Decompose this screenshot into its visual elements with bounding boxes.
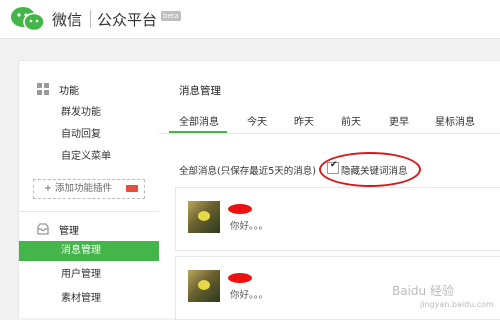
active-tab-indicator xyxy=(169,131,227,133)
avatar-flower xyxy=(198,211,210,221)
message-item[interactable]: 你好。。。 xyxy=(175,187,500,251)
tab-today[interactable]: 今天 xyxy=(247,113,267,128)
sidebar-item-message-manage[interactable]: 消息管理 xyxy=(19,241,160,261)
new-badge xyxy=(126,185,138,192)
watermark: Baidu 经验 xyxy=(392,284,454,298)
sidebar-item-auto-reply[interactable]: 自动回复 xyxy=(19,125,160,145)
sidebar-section-function: 功能 xyxy=(19,79,160,101)
filter-label: 全部消息(只保存最近5天的消息) xyxy=(179,166,316,177)
brand-name: 微信 xyxy=(52,11,83,29)
beta-badge: beta xyxy=(161,11,181,21)
tab-earlier[interactable]: 更早 xyxy=(389,113,409,128)
tab-all-messages[interactable]: 全部消息 xyxy=(179,113,219,128)
add-plugin-button[interactable]: + 添加功能插件 xyxy=(33,179,145,199)
avatar[interactable] xyxy=(188,270,220,302)
message-text: 你好。。。 xyxy=(230,290,269,301)
add-plugin-label: 添加功能插件 xyxy=(54,183,112,194)
sidebar: 功能 群发功能 自动回复 自定义菜单 + 添加功能插件 管理 消息管理 用户管理 … xyxy=(18,60,161,318)
wechat-logo-icon xyxy=(11,7,45,32)
inbox-icon xyxy=(37,223,49,235)
message-text: 你好。。。 xyxy=(230,221,269,232)
sidebar-section-title: 功能 xyxy=(59,86,79,97)
sidebar-item-custom-menu[interactable]: 自定义菜单 xyxy=(19,147,160,167)
avatar-flower xyxy=(198,280,210,290)
top-bar: 微信 公众平台 beta xyxy=(0,0,500,39)
watermark-url: jingyan.baidu.com xyxy=(420,300,494,309)
page-title: 消息管理 xyxy=(179,85,221,97)
avatar[interactable] xyxy=(188,201,220,233)
tab-yesterday[interactable]: 昨天 xyxy=(294,113,314,128)
redacted-username xyxy=(228,273,252,283)
grid-icon xyxy=(37,83,49,95)
sidebar-item-material-manage[interactable]: 素材管理 xyxy=(19,289,160,309)
message-tabs: 全部消息 今天 昨天 前天 更早 星标消息 xyxy=(159,109,500,134)
tab-day-before[interactable]: 前天 xyxy=(341,113,361,128)
sidebar-section-manage: 管理 xyxy=(19,219,160,241)
platform-name: 公众平台 xyxy=(97,11,158,29)
highlight-ellipse xyxy=(319,152,421,187)
sidebar-section-title: 管理 xyxy=(59,226,79,237)
main-panel: 消息管理 全部消息 今天 昨天 前天 更早 星标消息 全部消息(只保存最近5天的… xyxy=(159,60,500,320)
plus-icon: + xyxy=(44,183,52,194)
tab-starred[interactable]: 星标消息 xyxy=(435,113,475,128)
sidebar-item-user-manage[interactable]: 用户管理 xyxy=(19,265,160,285)
brand-divider xyxy=(90,10,91,28)
sidebar-divider xyxy=(19,211,160,212)
sidebar-item-mass-send[interactable]: 群发功能 xyxy=(19,103,160,123)
redacted-username xyxy=(228,204,252,214)
